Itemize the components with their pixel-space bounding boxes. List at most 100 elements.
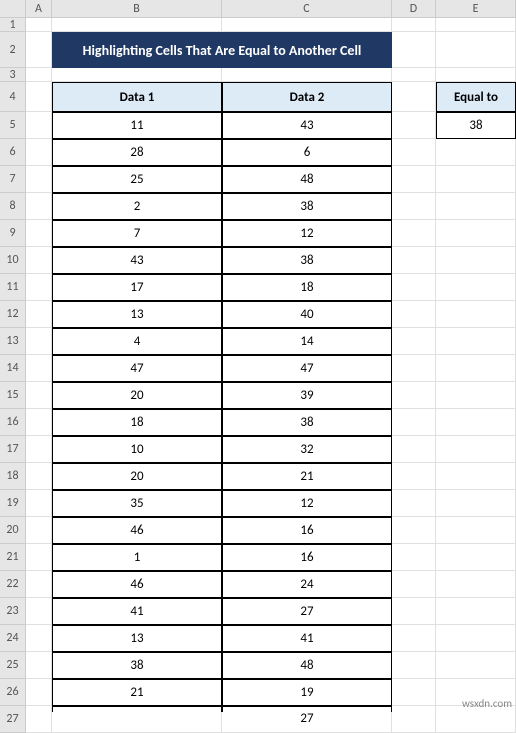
data1-row19[interactable]: 35 xyxy=(52,490,222,517)
data2-row15[interactable]: 39 xyxy=(222,382,392,409)
data1-row5[interactable]: 11 xyxy=(52,112,222,139)
row-header-11[interactable]: 11 xyxy=(0,274,26,301)
cell-D22[interactable] xyxy=(392,571,436,598)
data2-row23[interactable]: 27 xyxy=(222,598,392,625)
cell-E13[interactable] xyxy=(436,328,516,355)
cell-E24[interactable] xyxy=(436,625,516,652)
cell-A27[interactable] xyxy=(26,706,52,733)
data2-row12[interactable]: 40 xyxy=(222,301,392,328)
cell-E2[interactable] xyxy=(436,32,516,68)
cell-E17[interactable] xyxy=(436,436,516,463)
cell-E15[interactable] xyxy=(436,382,516,409)
cell-D14[interactable] xyxy=(392,355,436,382)
header-data2[interactable]: Data 2 xyxy=(222,82,392,112)
data2-row10[interactable]: 38 xyxy=(222,247,392,274)
cell-A21[interactable] xyxy=(26,544,52,571)
cell-D5[interactable] xyxy=(392,112,436,139)
row-header-23[interactable]: 23 xyxy=(0,598,26,625)
cell-D9[interactable] xyxy=(392,220,436,247)
cell-A4[interactable] xyxy=(26,82,52,112)
data2-row21[interactable]: 16 xyxy=(222,544,392,571)
cell-E25[interactable] xyxy=(436,652,516,679)
cell-E6[interactable] xyxy=(436,139,516,166)
title-cell[interactable]: Highlighting Cells That Are Equal to Ano… xyxy=(52,32,392,68)
cell-D8[interactable] xyxy=(392,193,436,220)
data2-row7[interactable]: 48 xyxy=(222,166,392,193)
cell-D1[interactable] xyxy=(392,18,436,32)
data2-row27[interactable]: 27 xyxy=(222,706,392,712)
data2-row20[interactable]: 16 xyxy=(222,517,392,544)
col-header-E[interactable]: E xyxy=(436,0,516,18)
cell-D24[interactable] xyxy=(392,625,436,652)
data1-row6[interactable]: 28 xyxy=(52,139,222,166)
row-header-8[interactable]: 8 xyxy=(0,193,26,220)
cell-E14[interactable] xyxy=(436,355,516,382)
cell-D17[interactable] xyxy=(392,436,436,463)
data1-row26[interactable]: 21 xyxy=(52,679,222,706)
row-header-17[interactable]: 17 xyxy=(0,436,26,463)
cell-E8[interactable] xyxy=(436,193,516,220)
data1-row20[interactable]: 46 xyxy=(52,517,222,544)
cell-E22[interactable] xyxy=(436,571,516,598)
cell-A17[interactable] xyxy=(26,436,52,463)
col-header-D[interactable]: D xyxy=(392,0,436,18)
row-header-9[interactable]: 9 xyxy=(0,220,26,247)
row-header-13[interactable]: 13 xyxy=(0,328,26,355)
data1-row15[interactable]: 20 xyxy=(52,382,222,409)
cell-E20[interactable] xyxy=(436,517,516,544)
cell-A11[interactable] xyxy=(26,274,52,301)
row-header-7[interactable]: 7 xyxy=(0,166,26,193)
data2-row6[interactable]: 6 xyxy=(222,139,392,166)
cell-D6[interactable] xyxy=(392,139,436,166)
data1-row11[interactable]: 17 xyxy=(52,274,222,301)
cell-A7[interactable] xyxy=(26,166,52,193)
cell-E7[interactable] xyxy=(436,166,516,193)
cell-A24[interactable] xyxy=(26,625,52,652)
cell-D23[interactable] xyxy=(392,598,436,625)
cell-A15[interactable] xyxy=(26,382,52,409)
cell-B1[interactable] xyxy=(52,18,222,32)
data1-row14[interactable]: 47 xyxy=(52,355,222,382)
select-all-corner[interactable] xyxy=(0,0,26,18)
cell-A12[interactable] xyxy=(26,301,52,328)
col-header-A[interactable]: A xyxy=(26,0,52,18)
data1-row24[interactable]: 13 xyxy=(52,625,222,652)
cell-E18[interactable] xyxy=(436,463,516,490)
data1-row25[interactable]: 38 xyxy=(52,652,222,679)
cell-A1[interactable] xyxy=(26,18,52,32)
row-header-10[interactable]: 10 xyxy=(0,247,26,274)
cell-D19[interactable] xyxy=(392,490,436,517)
row-header-1[interactable]: 1 xyxy=(0,18,26,32)
cell-D16[interactable] xyxy=(392,409,436,436)
cell-E27[interactable] xyxy=(436,706,516,733)
data1-row27[interactable] xyxy=(52,706,222,712)
data2-row25[interactable]: 48 xyxy=(222,652,392,679)
data2-row5[interactable]: 43 xyxy=(222,112,392,139)
cell-D3[interactable] xyxy=(392,68,436,82)
cell-D20[interactable] xyxy=(392,517,436,544)
cell-A2[interactable] xyxy=(26,32,52,68)
cell-D21[interactable] xyxy=(392,544,436,571)
cell-D12[interactable] xyxy=(392,301,436,328)
cell-D18[interactable] xyxy=(392,463,436,490)
header-equal-to[interactable]: Equal to xyxy=(436,82,516,112)
data1-row17[interactable]: 10 xyxy=(52,436,222,463)
row-header-15[interactable]: 15 xyxy=(0,382,26,409)
cell-E11[interactable] xyxy=(436,274,516,301)
data1-row10[interactable]: 43 xyxy=(52,247,222,274)
cell-A3[interactable] xyxy=(26,68,52,82)
row-header-20[interactable]: 20 xyxy=(0,517,26,544)
cell-D15[interactable] xyxy=(392,382,436,409)
header-data1[interactable]: Data 1 xyxy=(52,82,222,112)
cell-E21[interactable] xyxy=(436,544,516,571)
cell-A22[interactable] xyxy=(26,571,52,598)
cell-E9[interactable] xyxy=(436,220,516,247)
cell-D27[interactable] xyxy=(392,706,436,733)
data2-row11[interactable]: 18 xyxy=(222,274,392,301)
cell-A6[interactable] xyxy=(26,139,52,166)
cell-A26[interactable] xyxy=(26,679,52,706)
cell-A19[interactable] xyxy=(26,490,52,517)
data2-row18[interactable]: 21 xyxy=(222,463,392,490)
cell-E1[interactable] xyxy=(436,18,516,32)
row-header-6[interactable]: 6 xyxy=(0,139,26,166)
